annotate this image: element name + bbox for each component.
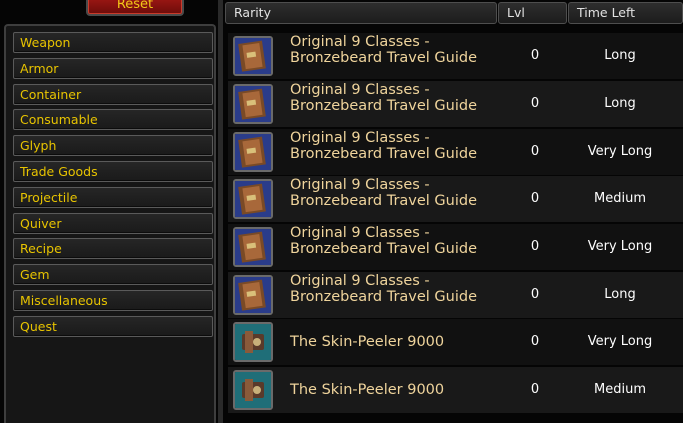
column-header-lvl[interactable]: Lvl [498, 2, 567, 24]
gadget-icon[interactable] [233, 322, 273, 362]
time-left: Very Long [587, 334, 653, 349]
category-glyph[interactable]: Glyph [13, 135, 213, 156]
auction-row[interactable]: Original 9 Classes - Bronzebeard Travel G… [228, 33, 683, 79]
book-icon[interactable] [233, 179, 273, 219]
auction-row[interactable]: Original 9 Classes - Bronzebeard Travel G… [228, 224, 683, 270]
category-label: Quest [20, 319, 57, 334]
category-label: Glyph [20, 138, 57, 153]
reset-button[interactable]: Reset [86, 0, 184, 16]
category-label: Recipe [20, 241, 62, 256]
time-left: Long [604, 48, 636, 63]
book-icon[interactable] [233, 132, 273, 172]
category-armor[interactable]: Armor [13, 58, 213, 79]
time-left: Long [604, 96, 636, 111]
time-left: Medium [594, 382, 646, 397]
auction-row[interactable]: The Skin-Peeler 9000 0 Very Long [228, 319, 683, 365]
item-level: 0 [530, 287, 540, 302]
book-icon[interactable] [233, 36, 273, 76]
category-label: Miscellaneous [20, 293, 108, 308]
item-level: 0 [530, 48, 540, 63]
time-left: Very Long [587, 144, 653, 159]
category-miscellaneous[interactable]: Miscellaneous [13, 290, 213, 311]
time-left: Very Long [587, 239, 653, 254]
category-gem[interactable]: Gem [13, 264, 213, 285]
category-weapon[interactable]: Weapon [13, 32, 213, 53]
category-label: Quiver [20, 216, 62, 231]
item-level: 0 [530, 334, 540, 349]
item-name[interactable]: Original 9 Classes - Bronzebeard Travel G… [290, 82, 500, 114]
category-container[interactable]: Container [13, 84, 213, 105]
item-name[interactable]: Original 9 Classes - Bronzebeard Travel G… [290, 130, 500, 162]
category-label: Projectile [20, 190, 78, 205]
book-icon[interactable] [233, 227, 273, 267]
gadget-icon[interactable] [233, 370, 273, 410]
column-header-rarity[interactable]: Rarity [225, 2, 497, 24]
item-level: 0 [530, 96, 540, 111]
item-name[interactable]: Original 9 Classes - Bronzebeard Travel G… [290, 225, 500, 257]
item-level: 0 [530, 144, 540, 159]
category-trade-goods[interactable]: Trade Goods [13, 161, 213, 182]
book-icon[interactable] [233, 84, 273, 124]
auction-row[interactable]: The Skin-Peeler 9000 0 Medium [228, 367, 683, 413]
column-header-time-left[interactable]: Time Left [568, 2, 683, 24]
category-projectile[interactable]: Projectile [13, 187, 213, 208]
category-label: Armor [20, 61, 59, 76]
category-consumable[interactable]: Consumable [13, 109, 213, 130]
item-name[interactable]: Original 9 Classes - Bronzebeard Travel G… [290, 34, 500, 66]
item-name[interactable]: The Skin-Peeler 9000 [290, 334, 500, 350]
category-label: Trade Goods [20, 164, 98, 179]
category-label: Gem [20, 267, 50, 282]
category-label: Weapon [20, 35, 71, 50]
item-name[interactable]: The Skin-Peeler 9000 [290, 382, 500, 398]
book-icon[interactable] [233, 275, 273, 315]
panel-divider [218, 0, 223, 423]
category-label: Container [20, 87, 82, 102]
category-list: Weapon Armor Container Consumable Glyph … [4, 24, 216, 423]
category-recipe[interactable]: Recipe [13, 238, 213, 259]
item-name[interactable]: Original 9 Classes - Bronzebeard Travel G… [290, 177, 500, 209]
auction-row[interactable]: Original 9 Classes - Bronzebeard Travel G… [228, 272, 683, 318]
auction-row[interactable]: Original 9 Classes - Bronzebeard Travel G… [228, 81, 683, 127]
category-quiver[interactable]: Quiver [13, 213, 213, 234]
item-level: 0 [530, 239, 540, 254]
time-left: Medium [594, 191, 646, 206]
item-level: 0 [530, 382, 540, 397]
auction-row[interactable]: Original 9 Classes - Bronzebeard Travel G… [228, 129, 683, 175]
item-level: 0 [530, 191, 540, 206]
auction-row[interactable]: Original 9 Classes - Bronzebeard Travel G… [228, 176, 683, 222]
item-name[interactable]: Original 9 Classes - Bronzebeard Travel G… [290, 273, 500, 305]
time-left: Long [604, 287, 636, 302]
category-label: Consumable [20, 112, 98, 127]
category-quest[interactable]: Quest [13, 316, 213, 337]
